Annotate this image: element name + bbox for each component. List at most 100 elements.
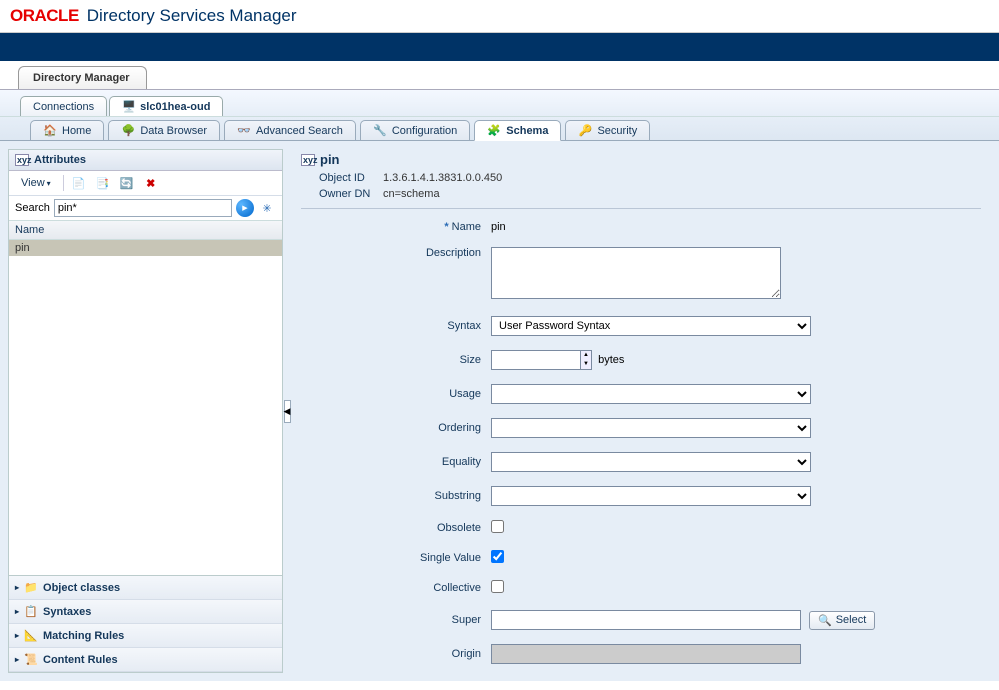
accordion-syntaxes[interactable]: ▸📋Syntaxes — [9, 600, 282, 624]
owner-dn-row: Owner DN cn=schema — [301, 186, 981, 202]
collective-checkbox[interactable] — [491, 580, 504, 593]
size-unit: bytes — [598, 354, 624, 366]
object-id-row: Object ID 1.3.6.1.4.1.3831.0.0.450 — [301, 170, 981, 186]
tab-connections[interactable]: Connections — [20, 96, 107, 116]
refresh-button[interactable]: 🔄 — [118, 174, 136, 192]
splitter-handle[interactable]: ◀ — [284, 400, 291, 423]
new-like-attribute-button[interactable]: 📑 — [94, 174, 112, 192]
tab-configuration[interactable]: 🔧Configuration — [360, 120, 470, 140]
usage-select[interactable] — [491, 384, 811, 404]
description-input[interactable] — [491, 247, 781, 299]
attributes-panel-header: xyz Attributes — [9, 150, 282, 171]
tab-home[interactable]: 🏠Home — [30, 120, 104, 140]
separator — [301, 208, 981, 209]
row-substring: Substring — [301, 486, 981, 506]
object-id-value: 1.3.6.1.4.1.3831.0.0.450 — [383, 172, 502, 184]
delete-button[interactable]: ✖ — [142, 174, 160, 192]
accordion-content-rules[interactable]: ▸📜Content Rules — [9, 648, 282, 672]
detail-panel: xyz pin Object ID 1.3.6.1.4.1.3831.0.0.4… — [291, 149, 991, 673]
level1-tabs: Directory Manager — [0, 61, 999, 89]
row-single-value: Single Value — [301, 550, 981, 566]
wrench-icon: 🔧 — [373, 124, 387, 137]
splitter: ◀ — [283, 149, 291, 673]
syntax-select[interactable]: User Password Syntax — [491, 316, 811, 336]
oracle-logo: ORACLE — [10, 6, 79, 26]
view-menu[interactable]: View▾ — [15, 175, 57, 191]
ordering-select[interactable] — [491, 418, 811, 438]
search-icon: 🔍 — [818, 614, 832, 627]
row-usage: Usage — [301, 384, 981, 404]
obsolete-checkbox[interactable] — [491, 520, 504, 533]
tab-schema[interactable]: 🧩Schema — [474, 120, 561, 141]
row-description: Description — [301, 247, 981, 302]
folder-icon: 📁 — [24, 581, 38, 594]
sidebar: xyz Attributes View▾ 📄 📑 🔄 ✖ Search ✳ Na… — [8, 149, 283, 673]
object-id-label: Object ID — [319, 172, 377, 184]
tab-security[interactable]: 🔑Security — [565, 120, 650, 140]
search-row: Search ✳ — [9, 196, 282, 220]
single-value-checkbox[interactable] — [491, 550, 504, 563]
attribute-icon: xyz — [301, 154, 315, 166]
chevron-right-icon: ▸ — [15, 631, 19, 640]
detail-title: xyz pin — [301, 149, 981, 170]
attribute-icon: xyz — [15, 154, 29, 166]
chevron-right-icon: ▸ — [15, 607, 19, 616]
chevron-right-icon: ▸ — [15, 583, 19, 592]
row-syntax: Syntax User Password Syntax — [301, 316, 981, 336]
row-ordering: Ordering — [301, 418, 981, 438]
new-attribute-button[interactable]: 📄 — [70, 174, 88, 192]
name-value: pin — [491, 221, 506, 233]
row-equality: Equality — [301, 452, 981, 472]
search-go-button[interactable] — [236, 199, 254, 217]
tab-directory-manager[interactable]: Directory Manager — [18, 66, 147, 89]
clear-search-button[interactable]: ✳ — [258, 199, 276, 217]
row-origin: Origin — [301, 644, 981, 664]
workspace: xyz Attributes View▾ 📄 📑 🔄 ✖ Search ✳ Na… — [0, 141, 999, 681]
rules-icon: 📐 — [24, 629, 38, 642]
key-icon: 🔑 — [578, 124, 592, 137]
substring-select[interactable] — [491, 486, 811, 506]
binoculars-icon: 👓 — [237, 124, 251, 137]
row-size: Size ▲▼ bytes — [301, 350, 981, 370]
accordion-matching-rules[interactable]: ▸📐Matching Rules — [9, 624, 282, 648]
accordion: ▸📁Object classes ▸📋Syntaxes ▸📐Matching R… — [9, 575, 282, 672]
origin-input — [491, 644, 801, 664]
home-icon: 🏠 — [43, 124, 57, 137]
server-icon: 🖥️ — [122, 100, 136, 113]
results-list: pin — [9, 240, 282, 575]
list-icon: 📋 — [24, 605, 38, 618]
level2-tabs: Connections 🖥️ slc01hea-oud — [0, 89, 999, 116]
accordion-object-classes[interactable]: ▸📁Object classes — [9, 576, 282, 600]
super-input[interactable] — [491, 610, 801, 630]
attributes-title: Attributes — [34, 154, 86, 166]
tree-icon: 🌳 — [121, 124, 135, 137]
schema-icon: 🧩 — [487, 124, 501, 137]
row-collective: Collective — [301, 580, 981, 596]
row-super: Super 🔍Select — [301, 610, 981, 630]
size-down[interactable]: ▼ — [581, 360, 591, 369]
banner-bar — [0, 33, 999, 61]
content-icon: 📜 — [24, 653, 38, 666]
equality-select[interactable] — [491, 452, 811, 472]
select-button[interactable]: 🔍Select — [809, 611, 875, 630]
column-name: Name — [9, 220, 282, 240]
attributes-toolbar: View▾ 📄 📑 🔄 ✖ — [9, 171, 282, 196]
tab-server-label: slc01hea-oud — [140, 101, 210, 113]
tab-data-browser[interactable]: 🌳Data Browser — [108, 120, 220, 140]
row-name: * Name pin — [301, 221, 981, 233]
owner-dn-value: cn=schema — [383, 188, 440, 200]
tab-advanced-search[interactable]: 👓Advanced Search — [224, 120, 356, 140]
row-obsolete: Obsolete — [301, 520, 981, 536]
owner-dn-label: Owner DN — [319, 188, 377, 200]
chevron-down-icon: ▾ — [47, 179, 51, 188]
list-item[interactable]: pin — [9, 240, 282, 256]
search-input[interactable] — [54, 199, 232, 217]
chevron-right-icon: ▸ — [15, 655, 19, 664]
search-label: Search — [15, 202, 50, 214]
size-up[interactable]: ▲ — [581, 351, 591, 360]
nav-tabs: 🏠Home 🌳Data Browser 👓Advanced Search 🔧Co… — [0, 116, 999, 141]
app-header: ORACLE Directory Services Manager — [0, 0, 999, 33]
size-input[interactable] — [491, 350, 581, 370]
tab-server[interactable]: 🖥️ slc01hea-oud — [109, 96, 223, 116]
app-title: Directory Services Manager — [87, 6, 297, 26]
